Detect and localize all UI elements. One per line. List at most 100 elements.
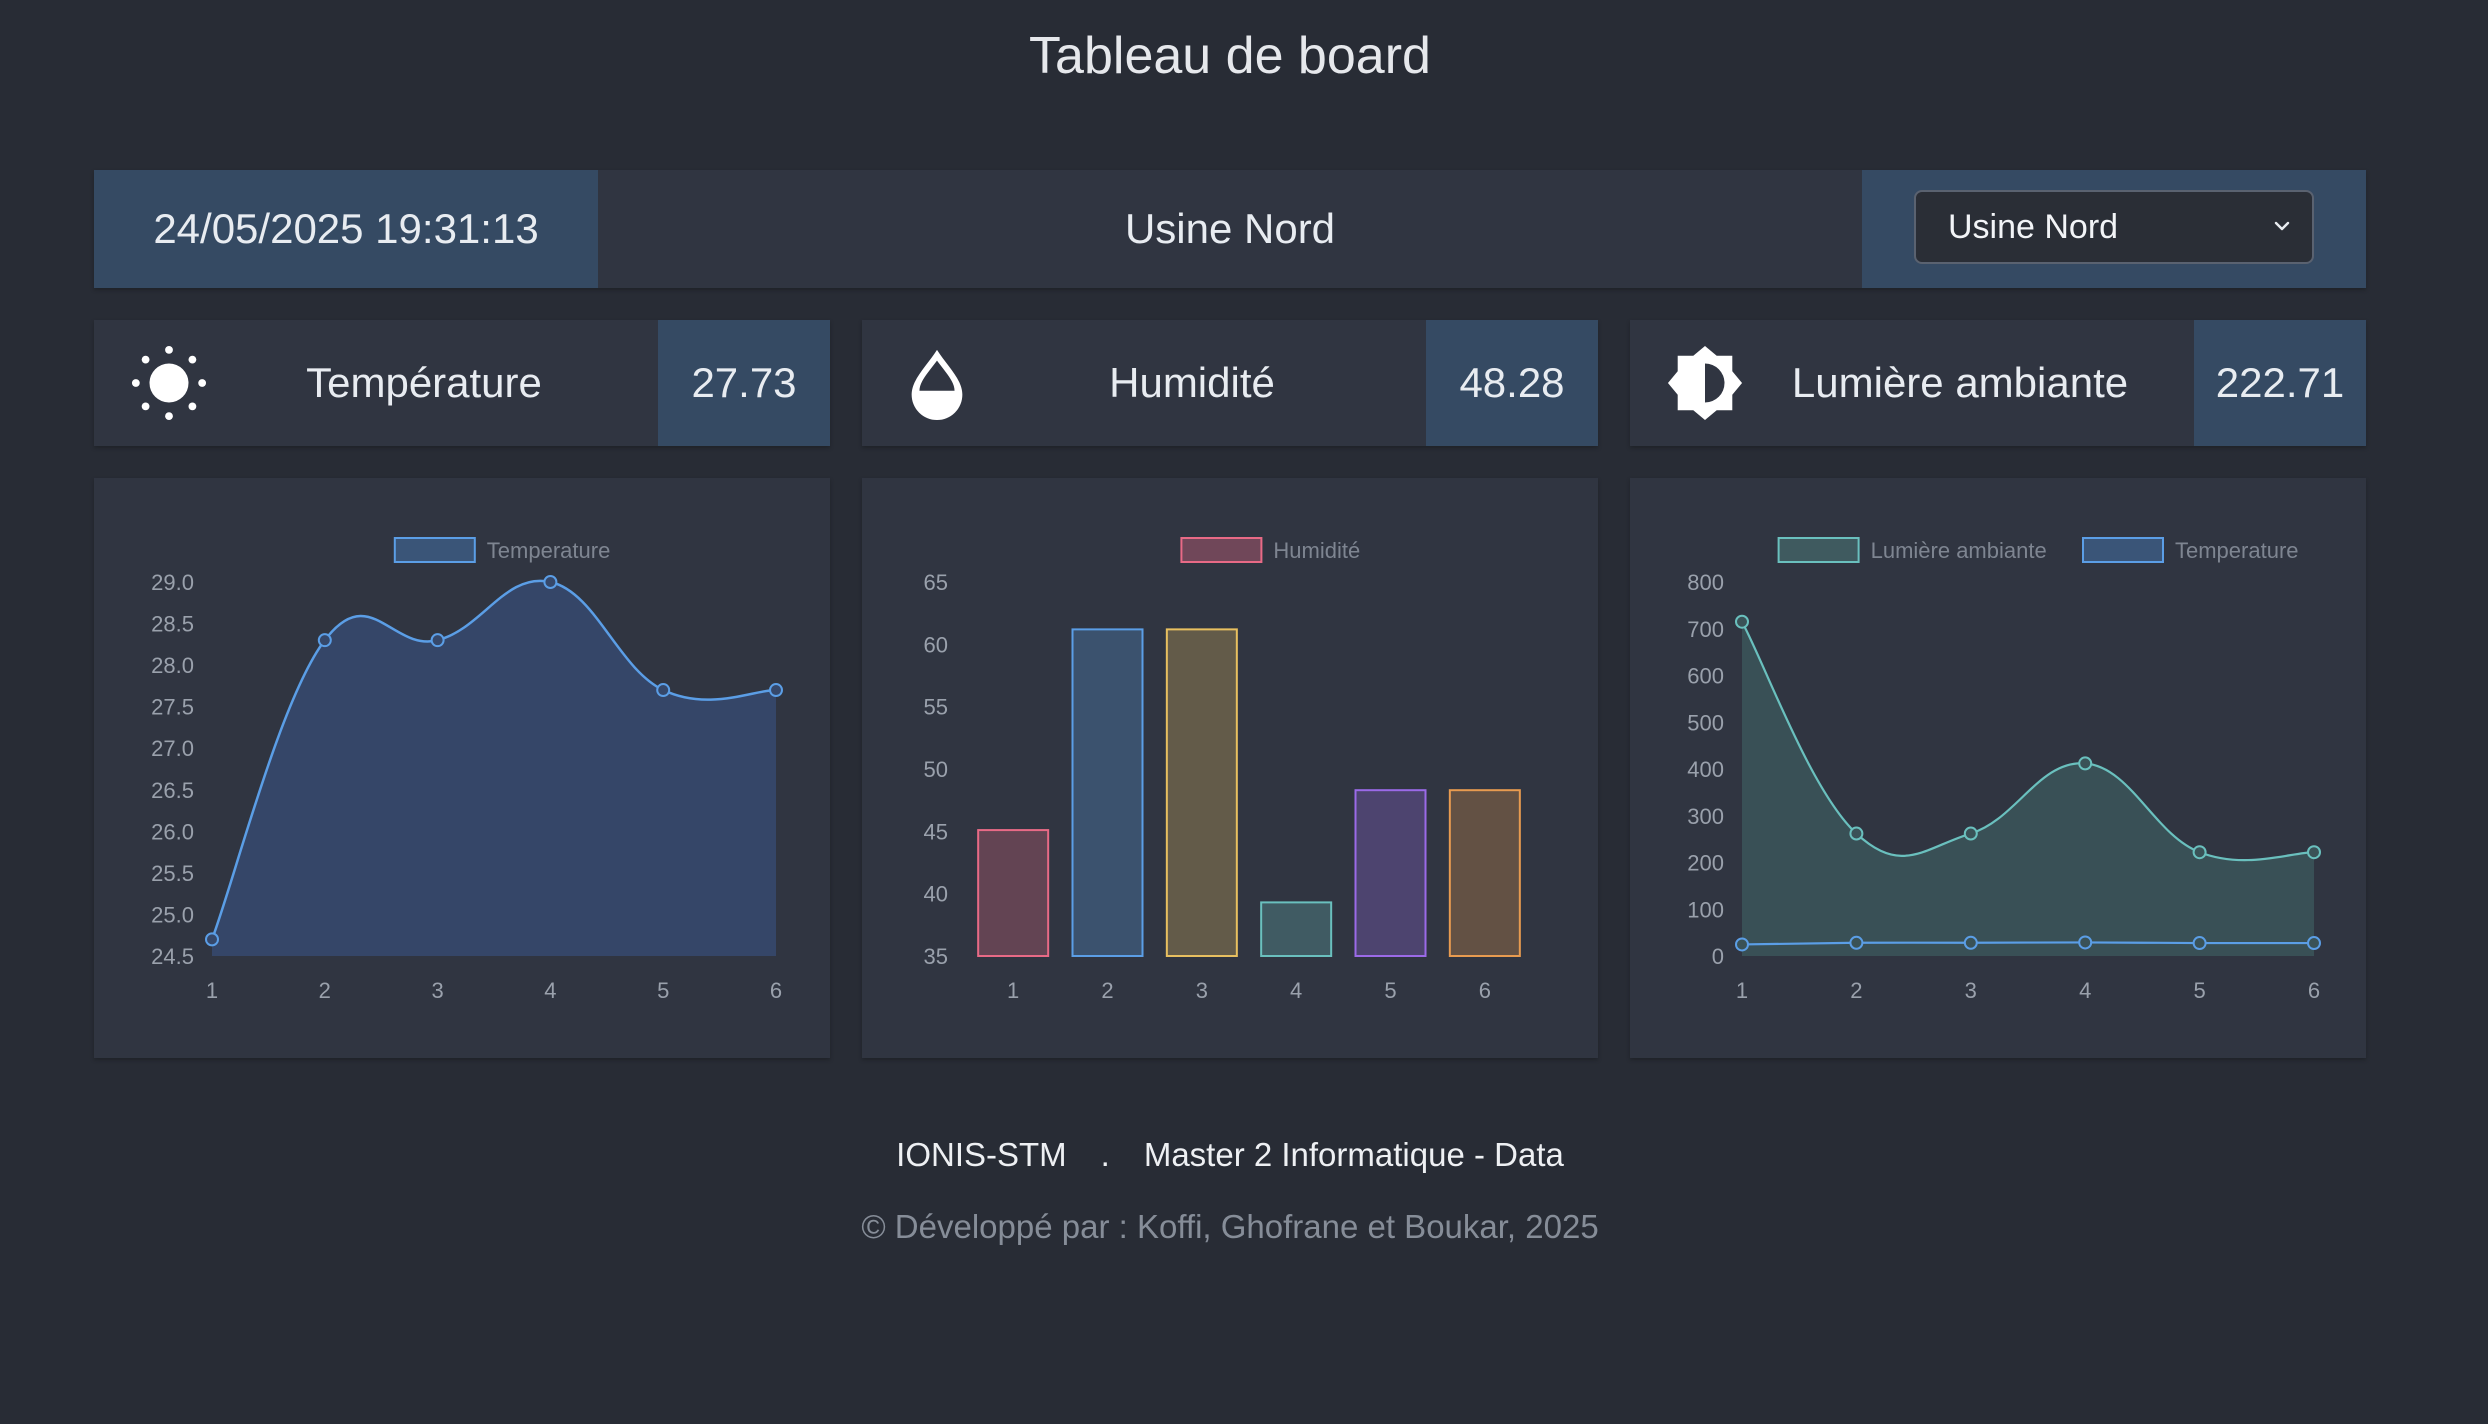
header-bar: 24/05/2025 19:31:13 Usine Nord Usine Nor… [94,170,2366,288]
x-tick-label: 1 [1736,978,1748,1003]
humidity-stat-card: Humidité 48.28 [862,320,1598,446]
water-drop-icon [911,349,963,421]
y-tick-label: 28.0 [151,653,194,678]
x-tick-label: 5 [2193,978,2205,1003]
brightness-icon [1667,345,1743,421]
humidity-bar [1448,789,1521,957]
x-tick-label: 5 [1384,978,1396,1003]
y-tick-label: 26.0 [151,819,194,844]
temperature-point [543,575,558,589]
footer-school: IONIS-STM [896,1136,1067,1173]
temperature-point [769,683,783,698]
x-tick-label: 2 [1850,978,1862,1003]
light-stat-card: Lumière ambiante 222.71 [1630,320,2366,446]
y-tick-label: 24.5 [151,944,194,969]
humidity-chart-card: 65 60 55 50 45 40 35 1 2 3 4 5 6 Humidité [862,478,1598,1058]
footer-credits: © Développé par : Koffi, Ghofrane et Bou… [861,1208,1599,1245]
humidity-bar [1165,628,1238,958]
temperature-point [1963,935,1978,950]
temperature-chart: 29.0 28.5 28.0 27.5 27.0 26.5 26.0 25.5 25.0 24.5… [151,537,783,1003]
temperature-area [212,580,776,956]
light-value: 222.71 [2194,320,2366,446]
temperature-point [1849,935,1864,950]
legend-swatch [393,537,476,563]
x-tick-label: 3 [431,978,443,1003]
y-tick-label: 25.5 [151,861,194,886]
y-tick-label: 60 [924,632,948,657]
x-tick-label: 2 [319,978,331,1003]
temperature-point [430,633,445,648]
x-tick-label: 1 [1007,978,1019,1003]
site-select[interactable]: Usine Nord [1914,190,2314,264]
humidity-label: Humidité [1109,359,1275,406]
temperature-point [1735,937,1749,952]
y-tick-label: 55 [924,695,948,720]
site-name: Usine Nord [1124,205,1336,252]
humidity-bar [1071,628,1144,958]
light-point [1735,614,1749,629]
x-tick-label: 1 [206,978,218,1003]
light-point [1963,826,1978,841]
temperature-label: Température [306,359,542,406]
temperature-point [2307,936,2321,951]
light-chart: 800 700 600 500 400 300 200 100 01 2 3 4 5 6 Lumière a… [1687,537,2321,1003]
y-tick-label: 0 [1712,944,1724,969]
y-tick-label: 40 [924,882,948,907]
y-tick-label: 700 [1687,617,1724,642]
temperature-stat-card: Température 27.73 [94,320,830,446]
legend-label: Humidité [1273,538,1360,563]
x-tick-label: 2 [1101,978,1113,1003]
y-tick-label: 27.5 [151,695,194,720]
y-tick-label: 45 [924,819,948,844]
y-tick-label: 27.0 [151,736,194,761]
light-area [1742,621,2314,956]
temperature-point [317,633,332,648]
temperature-chart-card: 29.0 28.5 28.0 27.5 27.0 26.5 26.0 25.5 25.0 24.5… [94,478,830,1058]
page-title: Tableau de board [1029,27,1431,85]
y-tick-label: 25.0 [151,902,194,927]
y-tick-label: 600 [1687,664,1724,689]
x-tick-label: 3 [1965,978,1977,1003]
y-tick-label: 400 [1687,757,1724,782]
chevron-down-icon [2274,221,2290,231]
y-tick-label: 500 [1687,710,1724,735]
y-tick-label: 26.5 [151,778,194,803]
legend-label: Lumière ambiante [1871,538,2047,563]
site-select-value: Usine Nord [1948,207,2119,246]
light-point [2192,845,2207,860]
temperature-point [2078,935,2093,950]
footer-line: IONIS-STM. Master 2 Informatique - Data [0,1136,2460,1174]
light-chart-card: 800 700 600 500 400 300 200 100 0 1 2 3 4 5 6 Lumière a… [1630,478,2366,1058]
legend-swatch [1777,537,1860,563]
y-tick-label: 50 [924,757,948,782]
legend-swatch [1180,537,1263,563]
humidity-value: 48.28 [1426,320,1598,446]
humidity-bar [977,829,1050,957]
y-tick-label: 35 [924,944,948,969]
x-tick-label: 5 [657,978,669,1003]
temperature-point [205,932,219,947]
datetime-display: 24/05/2025 19:31:13 [94,170,598,288]
temperature-value: 27.73 [658,320,830,446]
x-tick-label: 6 [770,978,782,1003]
footer-program: Master 2 Informatique - Data [1143,1136,1564,1173]
light-point [2078,756,2093,771]
y-tick-label: 100 [1687,897,1724,922]
temperature-point [2192,936,2207,951]
y-tick-label: 65 [924,570,948,595]
x-tick-label: 6 [2308,978,2320,1003]
sun-icon [131,345,207,421]
y-tick-label: 200 [1687,851,1724,876]
x-tick-label: 4 [2079,978,2091,1003]
site-select-container: Usine Nord [1862,170,2366,288]
humidity-chart: 656055504540351 2 3 4 5 6Humidité [924,537,1521,1003]
humidity-bar [1354,789,1427,957]
x-tick-label: 3 [1196,978,1208,1003]
y-tick-label: 28.5 [151,612,194,637]
temperature-point [656,683,671,698]
humidity-bar [1260,901,1333,958]
legend-swatch [2082,537,2164,563]
x-tick-label: 6 [1479,978,1491,1003]
y-tick-label: 29.0 [151,570,194,595]
footer-separator: . [1100,1136,1110,1173]
